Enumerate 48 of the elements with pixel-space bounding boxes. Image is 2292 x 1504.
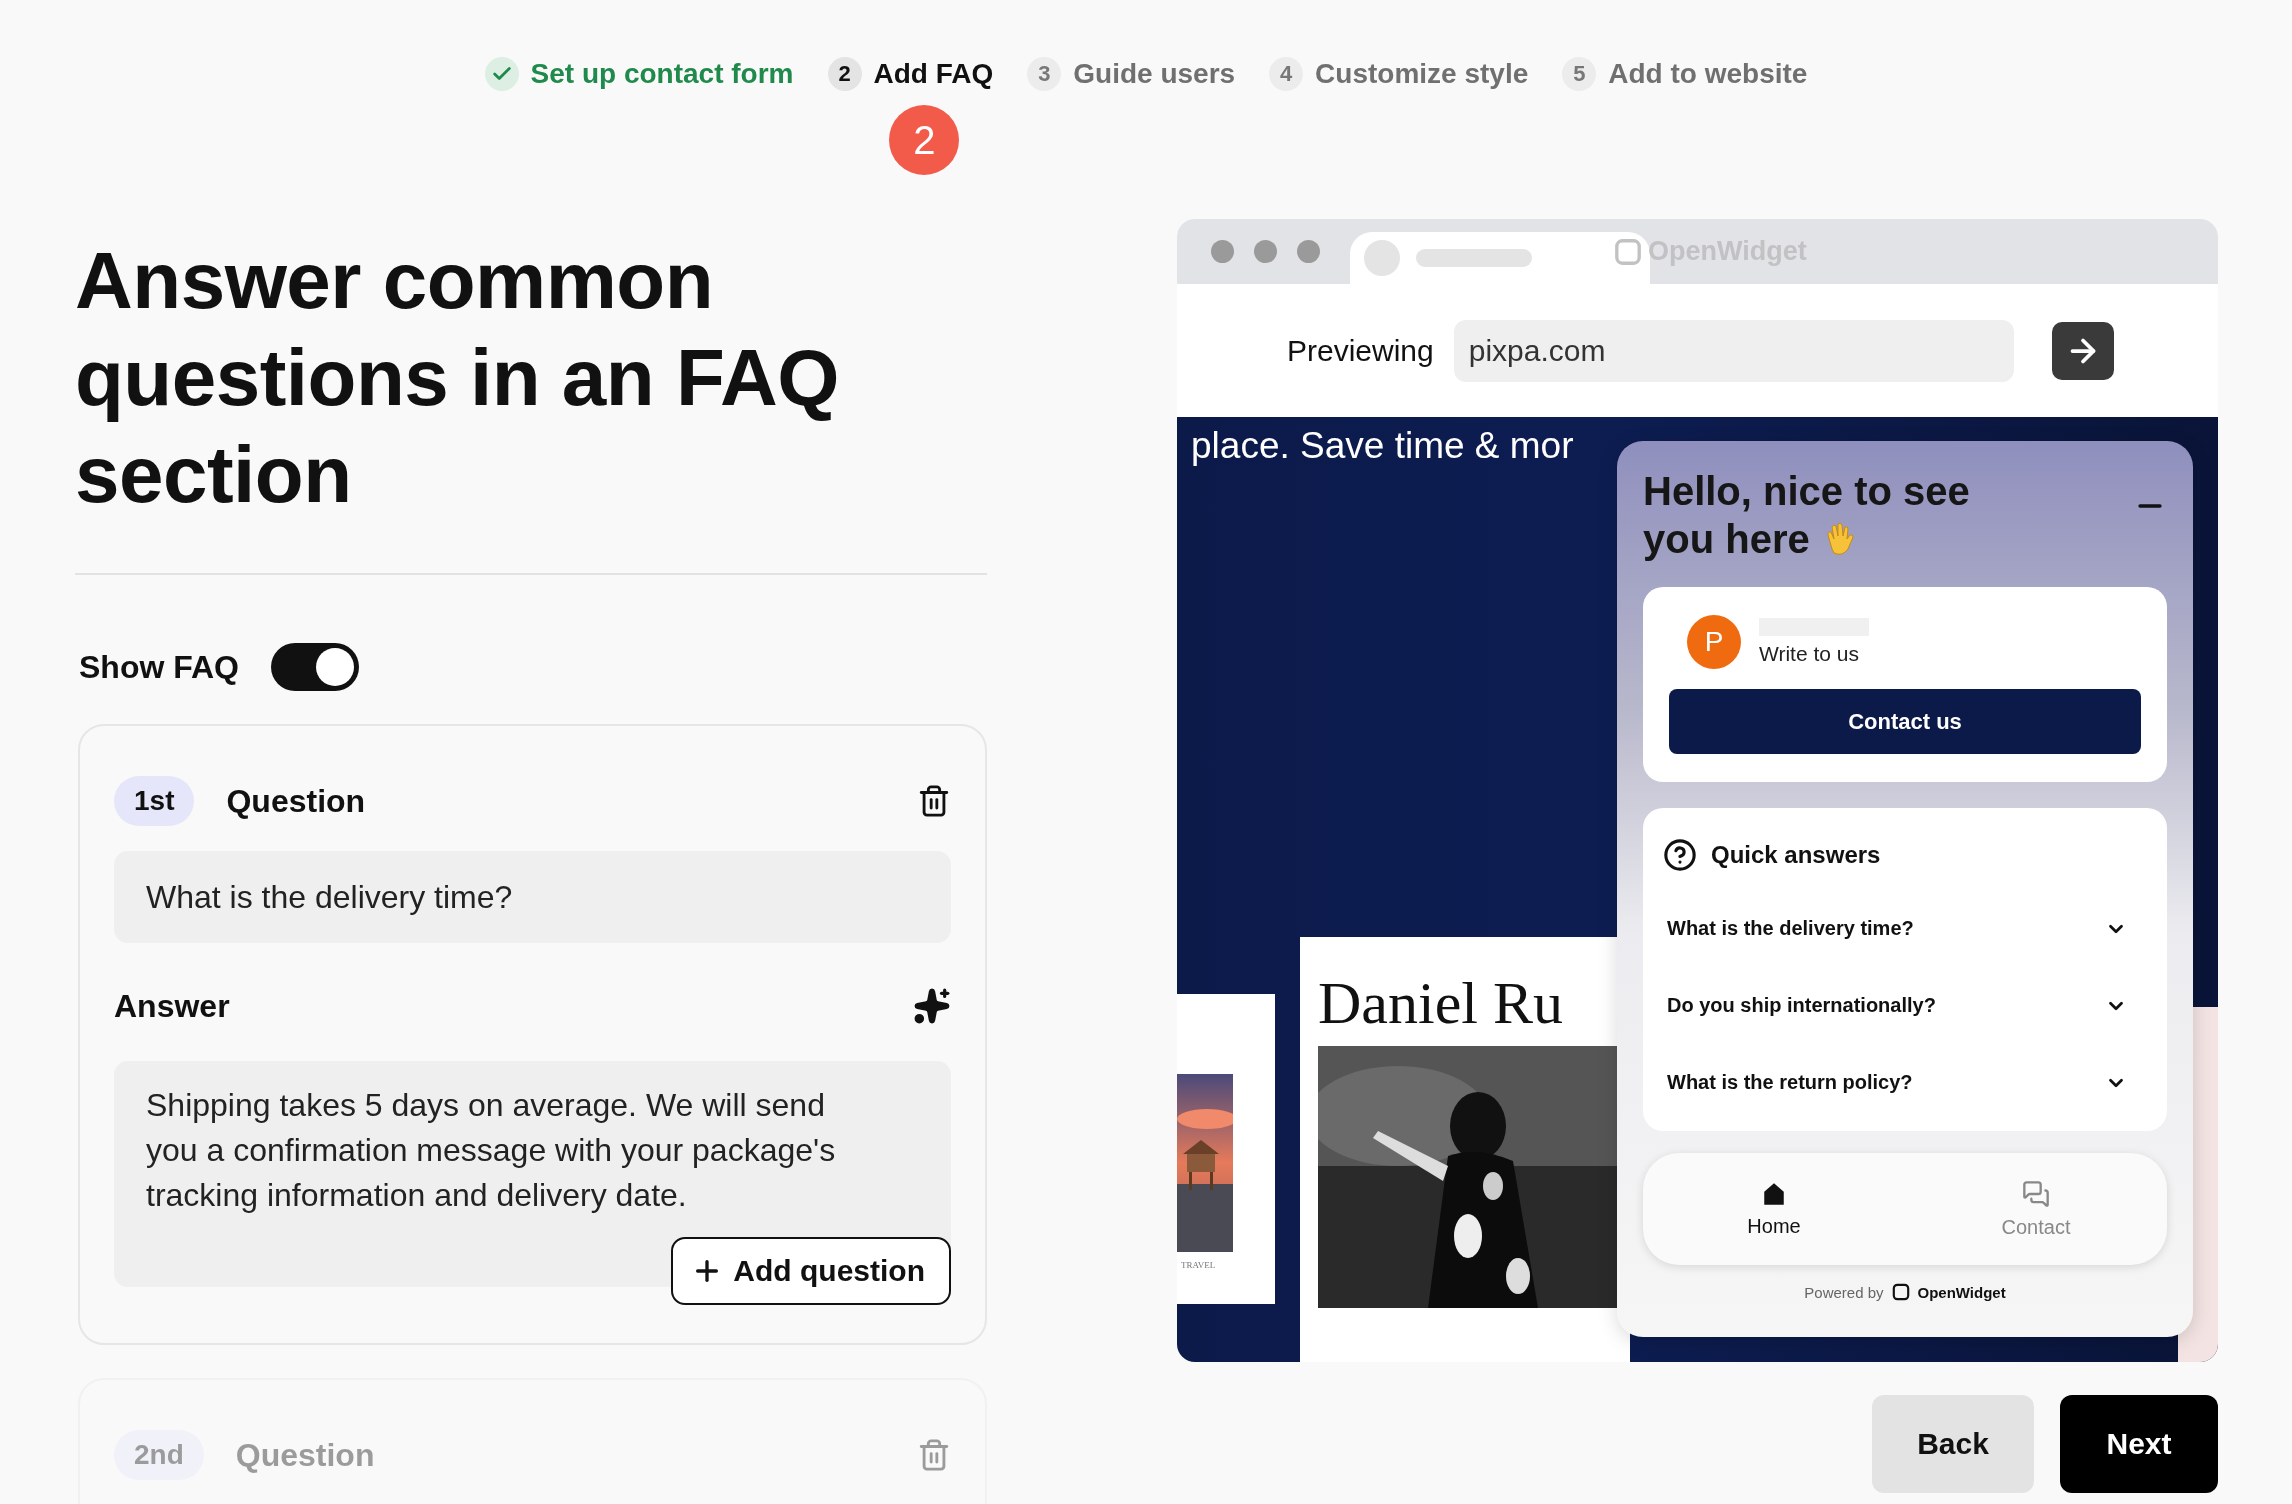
- step-label[interactable]: Add FAQ: [873, 58, 994, 90]
- help-icon: [1663, 838, 1697, 872]
- step-number: 5: [1562, 57, 1597, 91]
- card-caption: TRAVEL: [1181, 1260, 1217, 1270]
- step-label[interactable]: Guide users: [1073, 58, 1236, 90]
- url-label: Previewing: [1287, 333, 1434, 368]
- widget-greeting: Hello, nice to see you here: [1643, 468, 1971, 563]
- logo-icon: [1614, 237, 1642, 266]
- ordinal-badge: 2nd: [114, 1430, 204, 1480]
- faq-item[interactable]: What is the return policy?: [1663, 1044, 2147, 1121]
- avatar: P: [1687, 615, 1741, 669]
- window-dot-icon: [1254, 240, 1277, 263]
- ordinal-badge: 1st: [114, 776, 195, 826]
- sparkles-icon[interactable]: [913, 987, 951, 1025]
- back-button[interactable]: Back: [1872, 1395, 2034, 1493]
- next-button[interactable]: Next: [2060, 1395, 2218, 1493]
- chat-icon: [2022, 1179, 2050, 1208]
- window-dot-icon: [1211, 240, 1234, 263]
- step-label[interactable]: Set up contact form: [530, 58, 794, 90]
- quick-answers-title: Quick answers: [1711, 841, 1881, 869]
- contact-subtitle: Write to us: [1759, 642, 1860, 666]
- add-question-button[interactable]: Add question: [671, 1237, 951, 1305]
- faq-item[interactable]: What is the delivery time?: [1663, 890, 2147, 967]
- answer-label: Answer: [114, 987, 230, 1025]
- page-heading: Answer common questions in an FAQ section: [75, 235, 840, 521]
- step-label[interactable]: Add to website: [1608, 58, 1808, 90]
- go-button[interactable]: [2051, 321, 2114, 380]
- brand-name: OpenWidget: [1917, 1283, 2006, 1301]
- contact-us-button[interactable]: Contact us: [1669, 689, 2141, 754]
- question-label: Question: [226, 782, 366, 820]
- step-number: 2: [827, 57, 862, 91]
- powered-by-text: Powered by: [1804, 1283, 1884, 1301]
- step-number: 4: [1269, 57, 1304, 91]
- nav-tab[interactable]: Home: [1643, 1153, 1905, 1265]
- toggle-switch[interactable]: [271, 643, 359, 691]
- toggle-label: Show FAQ: [79, 648, 239, 686]
- faq-item[interactable]: Do you ship internationally?: [1663, 967, 2147, 1044]
- portfolio-title: Daniel Ru: [1318, 969, 1564, 1038]
- step-number: 3: [1027, 57, 1062, 91]
- window-dot-icon: [1297, 240, 1320, 263]
- step-label[interactable]: Customize style: [1315, 58, 1529, 90]
- logo-icon: [1891, 1283, 1910, 1301]
- callout-badge: 2: [889, 105, 960, 175]
- question-field[interactable]: What is the delivery time?: [114, 851, 951, 943]
- url-field[interactable]: pixpa.com: [1453, 319, 2014, 382]
- question-label: Question: [235, 1436, 375, 1474]
- website-headline: place. Save time & mor: [1191, 425, 1574, 467]
- delete-icon[interactable]: [917, 784, 951, 818]
